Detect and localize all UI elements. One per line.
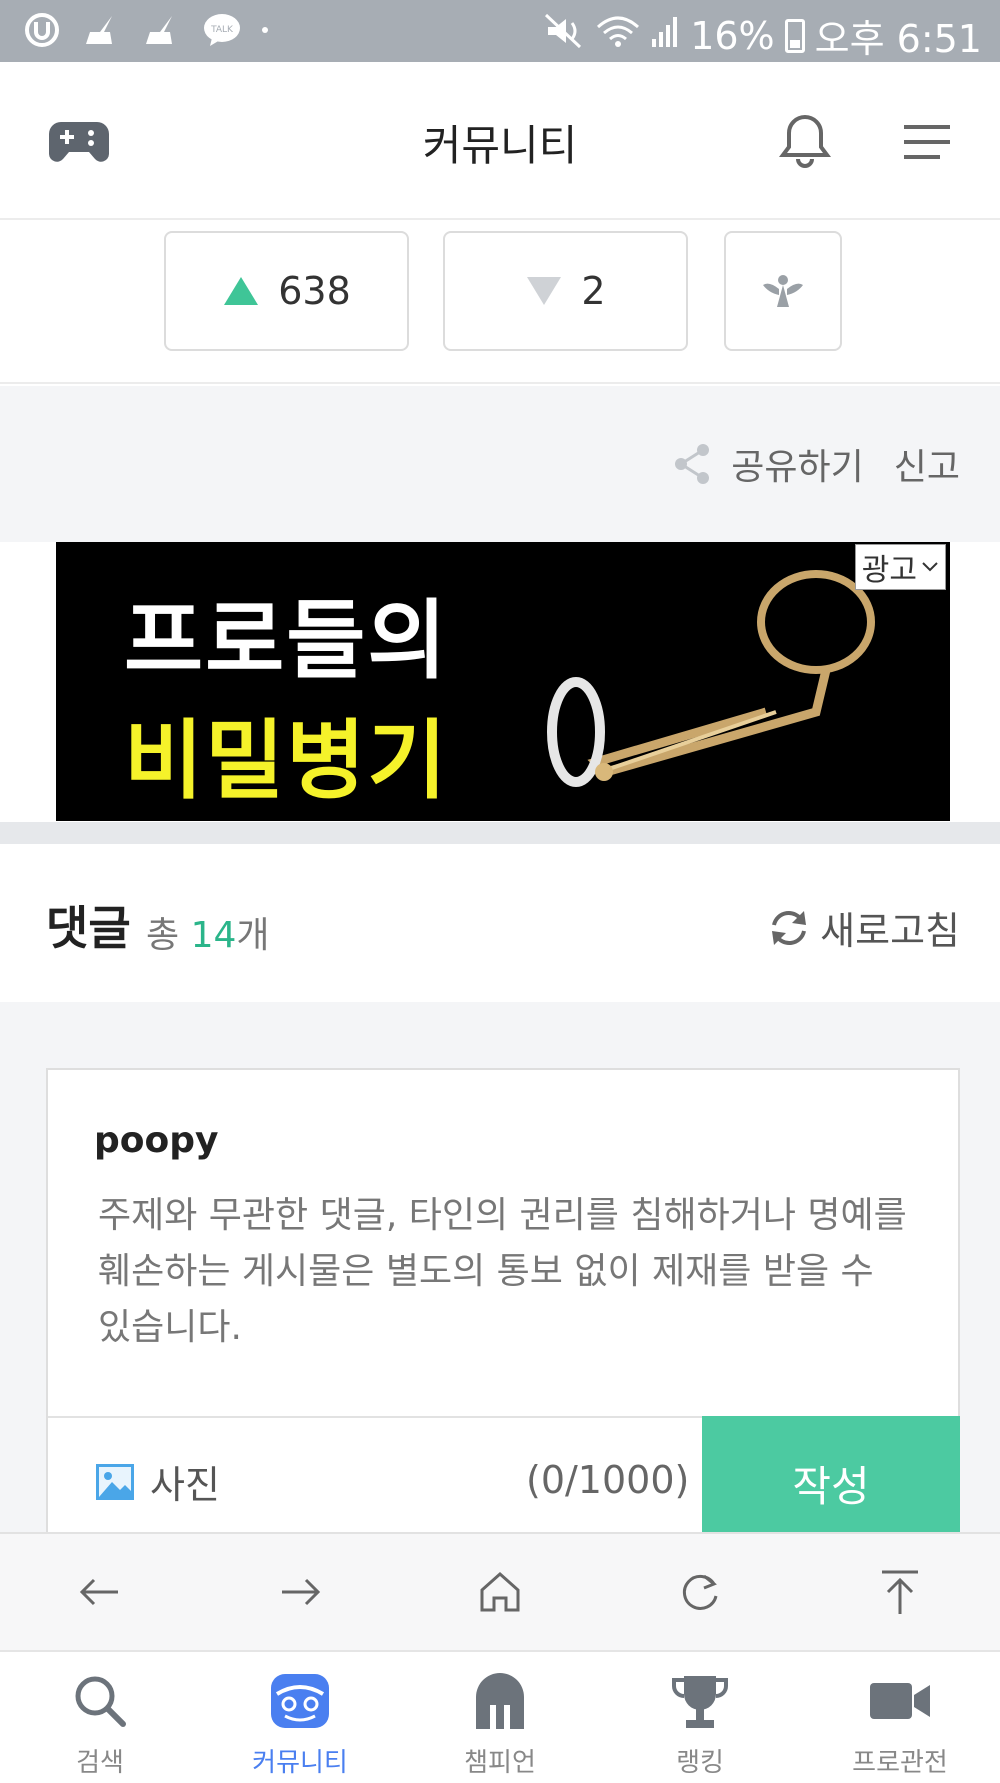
broom-icon: [142, 12, 182, 48]
signal-icon: [650, 13, 680, 58]
comment-username: poopy: [94, 1120, 219, 1161]
angel-button[interactable]: [724, 231, 842, 351]
tab-label: 챔피언: [464, 1748, 536, 1778]
comments-title: 댓글: [46, 901, 131, 955]
down-triangle-icon: [527, 277, 562, 305]
share-label: 공유하기: [731, 447, 864, 488]
app-header: 커뮤니티: [0, 62, 1000, 220]
battery-icon: [784, 18, 805, 53]
downvote-count: 2: [581, 269, 606, 313]
battery-percent: 16%: [690, 13, 775, 58]
share-row: 공유하기 신고: [0, 386, 1000, 542]
more-dot: [262, 27, 268, 33]
notification-icons: TALK: [22, 12, 268, 48]
report-button[interactable]: 신고: [894, 438, 960, 490]
u-plus-icon: [22, 12, 62, 48]
reload-icon[interactable]: [660, 1552, 740, 1632]
section-divider: [0, 822, 1000, 844]
tab-label: 프로관전: [852, 1748, 948, 1778]
talk-icon: TALK: [202, 12, 242, 48]
refresh-button[interactable]: 새로고침: [768, 900, 960, 955]
bell-icon[interactable]: [770, 112, 840, 172]
trophy-icon: [665, 1670, 735, 1732]
ad-product-image: [547, 570, 875, 787]
ad-headline: 프로들의: [124, 591, 449, 691]
comment-area: poopy 주제와 무관한 댓글, 타인의 권리를 침해하거나 명예를 훼손하는…: [0, 1002, 1000, 1550]
search-icon: [65, 1670, 135, 1732]
clock: 오후 6:51: [814, 17, 982, 61]
tab-champion[interactable]: 챔피언: [400, 1652, 600, 1783]
video-camera-icon: [865, 1670, 935, 1732]
ad-options-button[interactable]: 광고: [854, 544, 946, 590]
tab-label: 랭킹: [676, 1748, 724, 1778]
share-button[interactable]: 공유하기: [673, 438, 864, 490]
tab-pro-watch[interactable]: 프로관전: [800, 1652, 1000, 1783]
ad-subheadline: 비밀병기: [124, 711, 449, 811]
tab-search[interactable]: 검색: [0, 1652, 200, 1783]
bottom-tab-bar: 검색 커뮤니티 챔피언 랭킹 프로관전: [0, 1650, 1000, 1783]
browser-nav: [0, 1532, 1000, 1650]
forward-arrow-icon[interactable]: [260, 1552, 340, 1632]
comments-header: 댓글 총 14개 새로고침: [0, 844, 1000, 1002]
system-status: 16% 오후 6:51: [544, 8, 982, 63]
mute-icon: [544, 13, 586, 58]
upvote-button[interactable]: 638: [164, 231, 409, 351]
tab-community[interactable]: 커뮤니티: [200, 1652, 400, 1783]
comments-count: 총 14개: [146, 906, 270, 958]
angel-icon: [763, 275, 803, 307]
chevron-down-icon: [922, 562, 938, 572]
vote-row: 638 2: [0, 220, 1000, 384]
comment-input[interactable]: 주제와 무관한 댓글, 타인의 권리를 침해하거나 명예를 훼손하는 게시물은 …: [98, 1188, 918, 1356]
up-triangle-icon: [224, 277, 259, 305]
upvote-count: 638: [278, 269, 351, 313]
comment-form-footer: 사진 (0/1000) 작성: [48, 1416, 960, 1550]
ad-label: 광고: [861, 553, 917, 588]
submit-comment-button[interactable]: 작성: [702, 1416, 960, 1550]
helmet-icon: [465, 1670, 535, 1732]
downvote-button[interactable]: 2: [443, 231, 688, 351]
menu-icon[interactable]: [892, 112, 962, 172]
photo-label: 사진: [150, 1463, 220, 1507]
wifi-icon: [596, 13, 640, 58]
refresh-label: 새로고침: [820, 909, 960, 953]
community-icon: [265, 1670, 335, 1732]
tab-label: 커뮤니티: [252, 1748, 348, 1778]
talk-icon-text: TALK: [210, 25, 234, 35]
status-bar: TALK 16% 오후 6:51: [0, 0, 1000, 62]
share-actions: 공유하기 신고: [673, 438, 960, 490]
comment-form: poopy 주제와 무관한 댓글, 타인의 권리를 침해하거나 명예를 훼손하는…: [46, 1068, 960, 1550]
tab-ranking[interactable]: 랭킹: [600, 1652, 800, 1783]
comments-count-number: 14: [190, 915, 237, 956]
ad-section: 프로들의 비밀병기 광고: [0, 542, 1000, 822]
share-icon: [675, 444, 710, 484]
char-count: (0/1000): [526, 1458, 690, 1502]
back-arrow-icon[interactable]: [60, 1552, 140, 1632]
comments-total-prefix: 총: [146, 915, 180, 956]
ad-banner[interactable]: 프로들의 비밀병기 광고: [56, 542, 950, 821]
page-title: 커뮤니티: [422, 121, 578, 170]
scroll-top-icon[interactable]: [860, 1552, 940, 1632]
broom-icon: [82, 12, 122, 48]
image-icon: [96, 1463, 134, 1500]
photo-button[interactable]: 사진: [94, 1454, 220, 1509]
tab-label: 검색: [76, 1748, 124, 1778]
home-icon[interactable]: [460, 1552, 540, 1632]
refresh-icon: [772, 910, 807, 945]
comments-count-suffix: 개: [236, 915, 270, 956]
